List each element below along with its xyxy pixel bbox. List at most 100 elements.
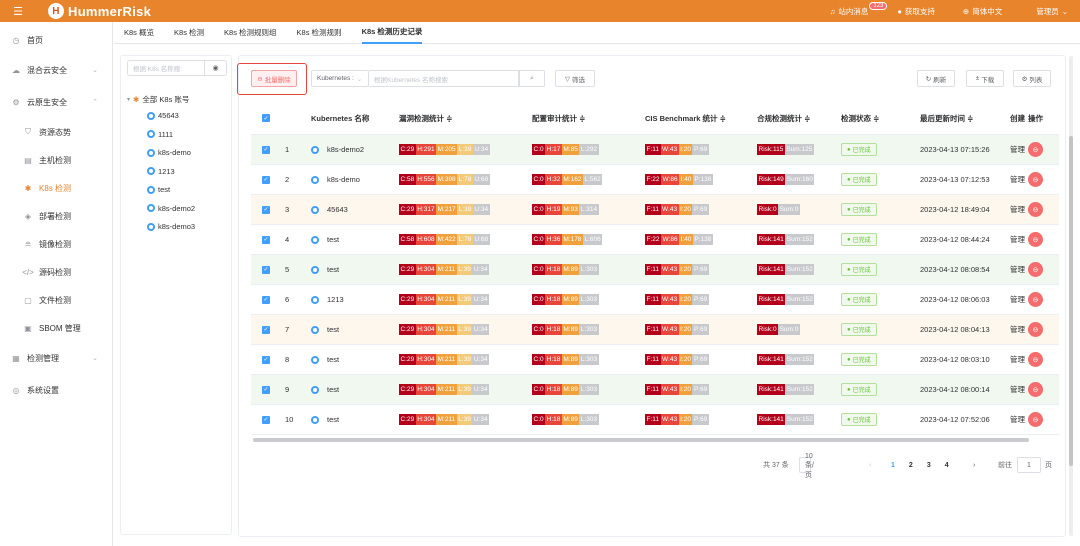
row-checkbox[interactable]: ✓ [262,415,270,424]
user-menu[interactable]: 管理员 ⌄ [1036,6,1068,17]
select-all-checkbox[interactable]: ✓ [262,114,270,122]
table-row[interactable]: ✓ 3 45643 C:29 H:317 M:217 L:39 U:34 C:0 H:19 M:93… [251,195,1059,225]
delete-row-icon[interactable]: ⊖ [1028,202,1043,217]
table-row[interactable]: ✓ 1 k8s-demo2 C:29 H:291 M:205 L:39 U:34 C:0 H:17… [251,135,1059,165]
notifications-link[interactable]: ♫ 站内消息 123 [830,2,888,17]
config-stats-tag: H:18 [545,414,562,425]
sidebar-item-10[interactable]: ▣ SBOM 管理 [0,314,112,342]
sidebar-item-7[interactable]: ≘ 镜像检测 [0,230,112,258]
search-field-select[interactable]: Kubernetes : ⌄ [311,70,369,87]
sidebar-item-2[interactable]: ⚙ 云原生安全 ⌃ [0,88,112,116]
row-checkbox[interactable]: ✓ [262,265,270,274]
tab-3[interactable]: K8s 检测规则 [297,22,342,44]
page-number[interactable]: 2 [909,462,913,469]
sidebar-item-4[interactable]: ▤ 主机检测 [0,146,112,174]
download-button[interactable]: ± 下载 [966,70,1004,87]
tree-node[interactable]: k8s-demo [147,148,191,157]
delete-row-icon[interactable]: ⊖ [1028,292,1043,307]
row-checkbox[interactable]: ✓ [262,205,270,214]
column-header[interactable]: 检测状态 ≑ [841,113,920,124]
tab-4[interactable]: K8s 检测历史记录 [361,22,423,44]
page-number[interactable]: 1 [891,462,895,469]
scrollbar-thumb[interactable] [1069,136,1073,466]
goto-page-input[interactable]: 1 [1017,457,1041,473]
row-checkbox[interactable]: ✓ [262,295,270,304]
table-row[interactable]: ✓ 5 test C:29 H:304 M:211 L:39 U:34 C:0 H:18 M:89 L… [251,255,1059,285]
sidebar-item-11[interactable]: ▦ 检测管理 ⌄ [0,344,112,372]
delete-row-icon[interactable]: ⊖ [1028,352,1043,367]
hamburger-menu-icon[interactable]: ☰ [0,5,36,18]
tab-1[interactable]: K8s 检测 [174,22,204,44]
tree-root-node[interactable]: ▾ ✱ 全部 K8s 账号 [127,94,189,105]
page-size-select[interactable]: 10条/页 ⌄ [799,453,815,479]
column-header[interactable]: CIS Benchmark 统计 ≑ [645,113,757,124]
vertical-scrollbar[interactable] [1069,56,1073,536]
vuln-stats-tag: C:29 [399,384,416,395]
delete-row-icon[interactable]: ⊖ [1028,412,1043,427]
row-checkbox[interactable]: ✓ [262,385,270,394]
column-header[interactable]: 最后更新时间 ≑ [920,113,1010,124]
next-page-icon[interactable]: › [973,457,975,473]
sidebar-item-0[interactable]: ◷ 首页 [0,26,112,54]
config-stats-tag: H:17 [545,144,562,155]
sidebar-item-6[interactable]: ◈ 部署检测 [0,202,112,230]
delete-row-icon[interactable]: ⊖ [1028,382,1043,397]
column-header[interactable]: Kubernetes 名称 [311,113,399,124]
column-header[interactable]: 创建 [1010,113,1028,124]
row-checkbox[interactable]: ✓ [262,175,270,184]
delete-row-icon[interactable]: ⊖ [1028,172,1043,187]
table-row[interactable]: ✓ 8 test C:29 H:304 M:211 L:39 U:34 C:0 H:18 M:89 L… [251,345,1059,375]
language-switch[interactable]: ⊕ 简体中文 [963,6,1002,17]
page-number[interactable]: 4 [945,462,949,469]
column-header[interactable]: 配置审计统计 ≑ [532,113,645,124]
sidebar-item-12[interactable]: ◎ 系统设置 [0,376,112,404]
support-link[interactable]: ● 获取支持 [897,6,935,17]
column-header[interactable]: 操作 [1028,113,1053,124]
delete-row-icon[interactable]: ⊖ [1028,142,1043,157]
horizontal-scrollbar[interactable] [253,438,1029,442]
refresh-button[interactable]: ↻ 刷新 [917,70,955,87]
delete-row-icon[interactable]: ⊖ [1028,232,1043,247]
tab-2[interactable]: K8s 检测规则组 [224,22,277,44]
user-name: 管理员 [1036,6,1059,16]
row-checkbox[interactable]: ✓ [262,325,270,334]
delete-row-icon[interactable]: ⊖ [1028,262,1043,277]
tree-node[interactable]: k8s-demo2 [147,204,195,213]
vuln-stats-tag: U:34 [472,204,490,215]
tree-search-input[interactable]: 根据 K8s 名称搜: ◉ [127,60,227,76]
table-row[interactable]: ✓ 10 test C:29 H:304 M:211 L:39 U:34 C:0 H:18 M:89… [251,405,1059,435]
page-number[interactable]: 3 [927,462,931,469]
sidebar-item-5[interactable]: ✱ K8s 检测 [0,174,112,202]
tree-node[interactable]: k8s-demo3 [147,222,195,231]
filter-button[interactable]: ▽ 筛选 [555,70,595,87]
name-cell: test [311,385,399,394]
search-button[interactable]: ⌕ [519,70,545,87]
tab-0[interactable]: K8s 概览 [124,22,154,44]
sidebar-item-1[interactable]: ☁ 混合云安全 ⌄ [0,56,112,84]
delete-row-icon[interactable]: ⊖ [1028,322,1043,337]
row-checkbox[interactable]: ✓ [262,355,270,364]
batch-delete-button[interactable]: ⊖ 批量删除 [251,70,297,87]
search-input[interactable]: 根据Kubernetes 名称搜索 [369,70,519,87]
search-icon[interactable]: ◉ [204,61,226,75]
vuln-cell: C:29 H:304 M:211 L:39 U:34 [399,294,532,305]
sidebar-item-8[interactable]: </> 源码检测 [0,258,112,286]
table-row[interactable]: ✓ 4 test C:58 H:608 M:422 L:78 U:68 C:0 H:36 M:178… [251,225,1059,255]
tree-node[interactable]: 1111 [147,130,173,139]
row-checkbox[interactable]: ✓ [262,145,270,154]
column-header[interactable]: 漏洞检测统计 ≑ [399,113,532,124]
columns-button[interactable]: ⚙ 列表 [1013,70,1051,87]
sidebar-item-9[interactable]: ▢ 文件检测 [0,286,112,314]
table-row[interactable]: ✓ 2 k8s-demo C:58 H:556 M:398 L:78 U:68 C:0 H:32 M… [251,165,1059,195]
table-row[interactable]: ✓ 6 1213 C:29 H:304 M:211 L:39 U:34 C:0 H:18 M:89 L… [251,285,1059,315]
column-header[interactable]: 合规检测统计 ≑ [757,113,841,124]
row-checkbox[interactable]: ✓ [262,235,270,244]
prev-page-icon[interactable]: ‹ [869,457,871,473]
tree-node[interactable]: test [147,185,170,194]
tree-node[interactable]: 45643 [147,111,179,120]
app-logo[interactable]: H HummerRisk [48,3,151,19]
sidebar-item-3[interactable]: ⛉ 资源态势 [0,118,112,146]
tree-node[interactable]: 1213 [147,167,175,176]
table-row[interactable]: ✓ 9 test C:29 H:304 M:211 L:39 U:34 C:0 H:18 M:89 L… [251,375,1059,405]
table-row[interactable]: ✓ 7 test C:29 H:304 M:211 L:39 U:34 C:0 H:18 M:89 L… [251,315,1059,345]
